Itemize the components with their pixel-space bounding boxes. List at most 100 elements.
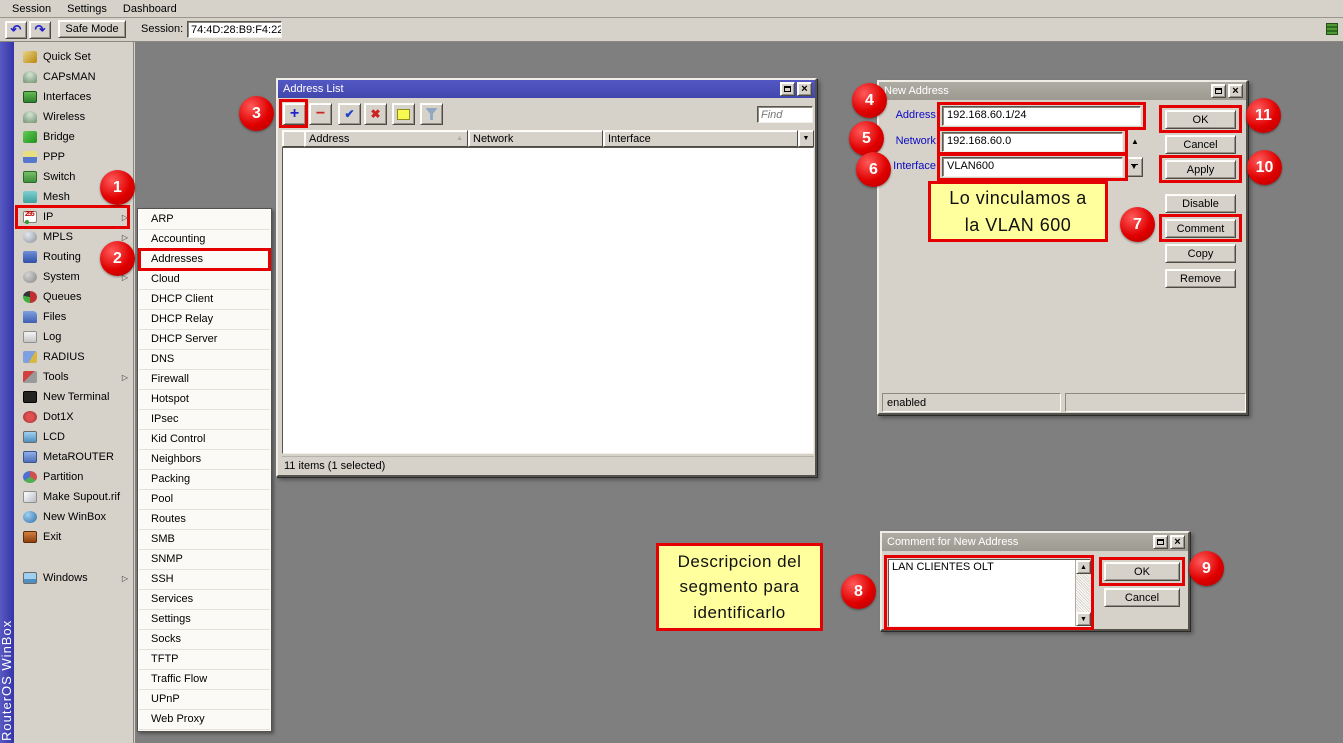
cancel-button[interactable]: Cancel xyxy=(1165,135,1236,154)
interface-select[interactable]: VLAN600 xyxy=(942,157,1123,177)
address-input[interactable]: 192.168.60.1/24 xyxy=(942,106,1141,126)
find-input[interactable] xyxy=(757,106,813,123)
comment-button[interactable]: Comment xyxy=(1165,219,1236,238)
sidebar-item-interfaces[interactable]: Interfaces xyxy=(14,87,133,107)
sidebar-item-new-winbox[interactable]: New WinBox xyxy=(14,507,133,527)
maximize-button[interactable] xyxy=(780,82,795,96)
sidebar-item-system[interactable]: System▷ xyxy=(14,267,133,287)
safe-mode-button[interactable]: Safe Mode xyxy=(58,20,126,38)
comment-ok-button[interactable]: OK xyxy=(1104,562,1180,581)
sidebar-item-mesh[interactable]: Mesh xyxy=(14,187,133,207)
submenu-item-dns[interactable]: DNS xyxy=(139,350,270,370)
menu-session[interactable]: Session xyxy=(4,2,59,16)
sidebar-item-mpls[interactable]: MPLS▷ xyxy=(14,227,133,247)
sidebar-item-new-terminal[interactable]: New Terminal xyxy=(14,387,133,407)
network-input[interactable]: 192.168.60.0 xyxy=(942,132,1123,152)
new-address-titlebar[interactable]: New Address × xyxy=(879,82,1246,100)
sidebar-item-ip[interactable]: IP▷ xyxy=(14,207,133,227)
submenu-item-accounting[interactable]: Accounting xyxy=(139,230,270,250)
submenu-item-smb[interactable]: SMB xyxy=(139,530,270,550)
sidebar-item-log[interactable]: Log xyxy=(14,327,133,347)
submenu-item-cloud[interactable]: Cloud xyxy=(139,270,270,290)
sidebar-item-make-supout[interactable]: Make Supout.rif xyxy=(14,487,133,507)
submenu-item-snmp[interactable]: SNMP xyxy=(139,550,270,570)
submenu-item-neighbors[interactable]: Neighbors xyxy=(139,450,270,470)
sidebar-item-radius[interactable]: RADIUS xyxy=(14,347,133,367)
submenu-item-kid-control[interactable]: Kid Control xyxy=(139,430,270,450)
submenu-item-dhcp-relay[interactable]: DHCP Relay xyxy=(139,310,270,330)
flags-column-header[interactable] xyxy=(282,130,305,147)
sidebar-item-quick-set[interactable]: Quick Set xyxy=(14,47,133,67)
sidebar-item-tools[interactable]: Tools▷ xyxy=(14,367,133,387)
remove-address-button[interactable]: − xyxy=(309,103,332,125)
address-list-titlebar[interactable]: Address List × xyxy=(278,80,815,98)
sidebar-item-dot1x[interactable]: Dot1X xyxy=(14,407,133,427)
close-icon: × xyxy=(1174,537,1180,548)
submenu-item-services[interactable]: Services xyxy=(139,590,270,610)
sidebar-item-files[interactable]: Files xyxy=(14,307,133,327)
submenu-item-settings[interactable]: Settings xyxy=(139,610,270,630)
add-address-button[interactable]: + xyxy=(283,103,306,125)
submenu-item-traffic-flow[interactable]: Traffic Flow xyxy=(139,670,270,690)
comment-dialog-titlebar[interactable]: Comment for New Address × xyxy=(882,533,1188,551)
submenu-item-pool[interactable]: Pool xyxy=(139,490,270,510)
sidebar-item-metarouter[interactable]: MetaROUTER xyxy=(14,447,133,467)
apply-button[interactable]: Apply xyxy=(1165,160,1236,179)
ok-button[interactable]: OK xyxy=(1165,110,1236,129)
redo-button[interactable]: ↷ xyxy=(29,21,51,39)
close-button[interactable]: × xyxy=(1228,84,1243,98)
disable-button[interactable]: Disable xyxy=(1165,194,1236,213)
submenu-item-packing[interactable]: Packing xyxy=(139,470,270,490)
sidebar-item-queues[interactable]: Queues xyxy=(14,287,133,307)
interface-dropdown-button[interactable]: ▼ xyxy=(1125,157,1143,177)
submenu-item-ipsec[interactable]: IPsec xyxy=(139,410,270,430)
submenu-item-tftp[interactable]: TFTP xyxy=(139,650,270,670)
menu-settings[interactable]: Settings xyxy=(59,2,115,16)
scroll-up-button[interactable]: ▲ xyxy=(1076,560,1091,574)
submenu-item-dhcp-server[interactable]: DHCP Server xyxy=(139,330,270,350)
close-button[interactable]: × xyxy=(1170,535,1185,549)
sidebar-item-exit[interactable]: Exit xyxy=(14,527,133,547)
comment-textarea[interactable]: LAN CLIENTES OLT xyxy=(888,559,1091,627)
remove-button[interactable]: Remove xyxy=(1165,269,1236,288)
submenu-item-upnp[interactable]: UPnP xyxy=(139,690,270,710)
maximize-button[interactable] xyxy=(1153,535,1168,549)
address-list-body[interactable] xyxy=(282,147,814,454)
submenu-item-routes[interactable]: Routes xyxy=(139,510,270,530)
submenu-item-dhcp-client[interactable]: DHCP Client xyxy=(139,290,270,310)
sidebar-item-routing[interactable]: Routing▷ xyxy=(14,247,133,267)
copy-button[interactable]: Copy xyxy=(1165,244,1236,263)
address-column-header[interactable]: Address▲ xyxy=(304,130,468,147)
submenu-item-addresses[interactable]: Addresses xyxy=(139,250,270,270)
column-options-button[interactable]: ▼ xyxy=(798,130,814,147)
disable-button[interactable]: ✖ xyxy=(364,103,387,125)
scroll-down-button[interactable]: ▼ xyxy=(1076,612,1091,626)
sidebar-item-partition[interactable]: Partition xyxy=(14,467,133,487)
network-column-header[interactable]: Network xyxy=(468,130,603,147)
filter-button[interactable] xyxy=(420,103,443,125)
menu-dashboard[interactable]: Dashboard xyxy=(115,2,185,16)
submenu-item-web-proxy[interactable]: Web Proxy xyxy=(139,710,270,730)
sidebar-item-ppp[interactable]: PPP xyxy=(14,147,133,167)
sidebar-item-lcd[interactable]: LCD xyxy=(14,427,133,447)
submenu-item-ssh[interactable]: SSH xyxy=(139,570,270,590)
interface-column-header[interactable]: Interface xyxy=(603,130,798,147)
sidebar-item-switch[interactable]: Switch xyxy=(14,167,133,187)
submenu-item-hotspot[interactable]: Hotspot xyxy=(139,390,270,410)
comment-tool-button[interactable] xyxy=(392,103,415,125)
enable-button[interactable]: ✔ xyxy=(338,103,361,125)
submenu-item-socks[interactable]: Socks xyxy=(139,630,270,650)
comment-cancel-button[interactable]: Cancel xyxy=(1104,588,1180,607)
sidebar-item-capsman[interactable]: CAPsMAN xyxy=(14,67,133,87)
spin-up-icon[interactable]: ▲ xyxy=(1131,137,1139,146)
scrollbar[interactable]: ▲ ▼ xyxy=(1075,560,1090,626)
sidebar-item-wireless[interactable]: Wireless xyxy=(14,107,133,127)
maximize-button[interactable] xyxy=(1211,84,1226,98)
undo-button[interactable]: ↶ xyxy=(5,21,27,39)
session-field[interactable]: 74:4D:28:B9:F4:22 xyxy=(187,21,282,38)
sidebar-item-bridge[interactable]: Bridge xyxy=(14,127,133,147)
submenu-item-firewall[interactable]: Firewall xyxy=(139,370,270,390)
submenu-item-arp[interactable]: ARP xyxy=(139,210,270,230)
close-button[interactable]: × xyxy=(797,82,812,96)
sidebar-item-windows[interactable]: Windows▷ xyxy=(14,568,133,588)
